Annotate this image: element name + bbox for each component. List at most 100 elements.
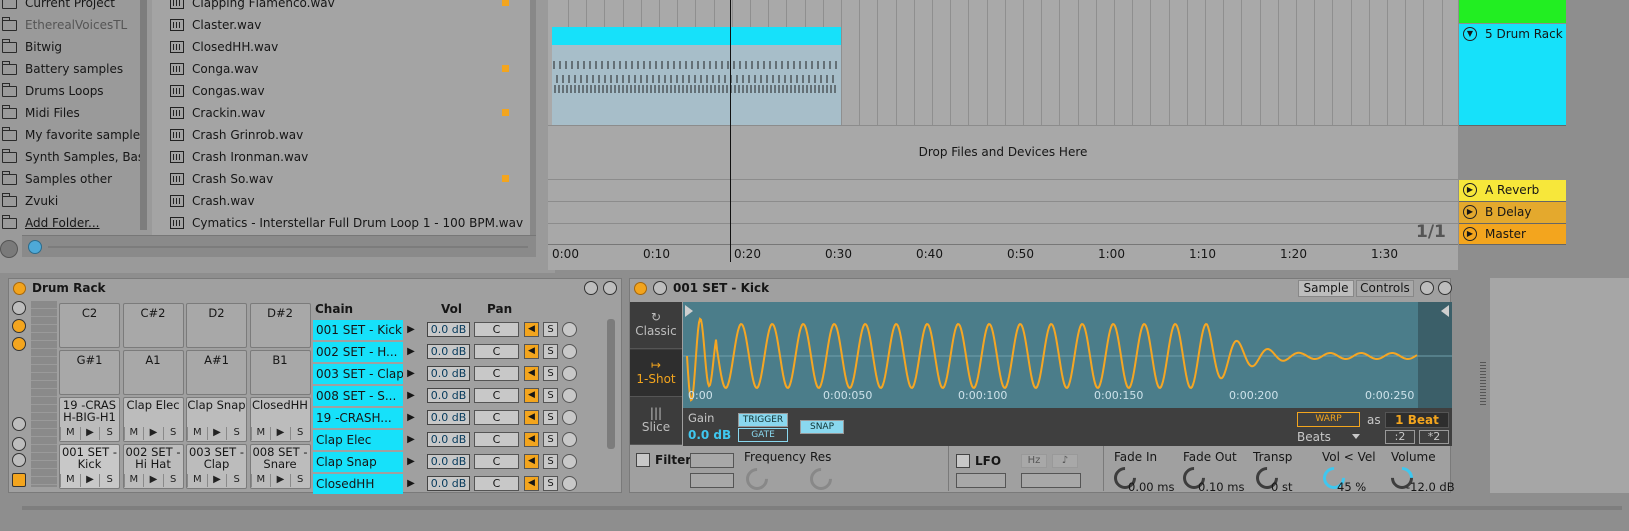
chain-row[interactable]: 008 SET - S... ▶ 0.0 dB C ◀ S: [313, 385, 599, 406]
preview-waveform[interactable]: [48, 240, 528, 254]
chain-pan[interactable]: C: [474, 410, 519, 425]
chain-name[interactable]: 002 SET - H...: [313, 341, 403, 362]
file-item[interactable]: Crackin.wav: [152, 102, 532, 124]
mode-slice[interactable]: ||| Slice: [630, 398, 682, 445]
lfo-sync-note-icon[interactable]: ♪: [1052, 454, 1078, 468]
file-item[interactable]: Crash Ironman.wav: [152, 146, 532, 168]
show-chains-icon[interactable]: [12, 319, 26, 333]
power-icon[interactable]: [13, 281, 26, 295]
clip-header[interactable]: [552, 27, 841, 45]
power-icon[interactable]: [634, 281, 647, 295]
places-item[interactable]: Drums Loops: [0, 80, 140, 102]
speaker-icon[interactable]: ◀: [524, 344, 539, 359]
solo-button[interactable]: S: [289, 474, 310, 487]
drum-pad[interactable]: ClosedHH M ▶ S: [249, 397, 311, 442]
chain-pan[interactable]: C: [474, 432, 519, 447]
chain-volume[interactable]: 0.0 dB: [427, 410, 470, 425]
chain-name[interactable]: Clap Snap: [313, 451, 403, 472]
device-scrollbar[interactable]: [22, 506, 1622, 510]
chain-pan[interactable]: C: [474, 388, 519, 403]
chain-activator-icon[interactable]: [562, 388, 577, 403]
preview-toggle-icon[interactable]: [28, 240, 42, 254]
play-icon[interactable]: ▶: [405, 434, 417, 445]
drum-pad[interactable]: 002 SET - Hi Hat M ▶ S: [122, 444, 184, 489]
chain-volume[interactable]: 0.0 dB: [427, 454, 470, 469]
speaker-icon[interactable]: ◀: [524, 476, 539, 491]
speaker-icon[interactable]: ◀: [524, 410, 539, 425]
hot-swap-icon[interactable]: [1420, 281, 1434, 295]
return-lane-b[interactable]: [548, 202, 1458, 224]
solo-button[interactable]: S: [99, 427, 119, 440]
chain-pan[interactable]: C: [474, 322, 519, 337]
chain-pan[interactable]: C: [474, 476, 519, 491]
pad-overview-grid[interactable]: [31, 301, 57, 487]
chain-row[interactable]: 002 SET - H... ▶ 0.0 dB C ◀ S: [313, 341, 599, 362]
play-icon[interactable]: ▶: [405, 456, 417, 467]
speaker-icon[interactable]: ◀: [524, 366, 539, 381]
solo-button[interactable]: S: [289, 427, 310, 440]
lfo-shape-select[interactable]: [956, 473, 1006, 488]
mute-button[interactable]: M: [123, 474, 144, 487]
mute-button[interactable]: M: [250, 474, 271, 487]
solo-button[interactable]: S: [543, 366, 558, 381]
return-lane-a[interactable]: [548, 180, 1458, 202]
places-item[interactable]: My favorite samples: [0, 124, 140, 146]
rack-macro-icon[interactable]: [12, 301, 26, 315]
drum-pad[interactable]: 001 SET - Kick M ▶ S: [59, 444, 120, 489]
device-drop-area[interactable]: [1490, 278, 1629, 493]
master-lane[interactable]: [548, 224, 1458, 246]
chain-activator-icon[interactable]: [562, 432, 577, 447]
collapse-browser-icon[interactable]: [0, 240, 18, 258]
drum-pad[interactable]: A1: [122, 350, 184, 395]
play-button[interactable]: ▶: [79, 427, 100, 440]
arrangement-view[interactable]: Drop Files and Devices Here 0:00 0:10 0:20…: [548, 0, 1458, 270]
drum-pad[interactable]: D#2: [249, 303, 311, 348]
add-folder-item[interactable]: Add Folder...: [0, 212, 140, 234]
play-button[interactable]: ▶: [270, 474, 290, 487]
track-header-master[interactable]: ▶ Master: [1459, 224, 1566, 245]
mute-button[interactable]: M: [187, 474, 207, 487]
play-icon[interactable]: ▶: [405, 390, 417, 401]
drum-pad[interactable]: B1: [249, 350, 311, 395]
mute-button[interactable]: M: [60, 427, 80, 440]
drum-pad[interactable]: C#2: [122, 303, 184, 348]
mute-button[interactable]: M: [123, 427, 144, 440]
halve-button[interactable]: :2: [1385, 430, 1415, 444]
mute-button[interactable]: M: [187, 427, 207, 440]
chain-name[interactable]: ClosedHH: [313, 473, 403, 494]
play-button[interactable]: ▶: [206, 474, 227, 487]
chain-row[interactable]: 19 -CRASH... ▶ 0.0 dB C ◀ S: [313, 407, 599, 428]
solo-button[interactable]: S: [162, 474, 183, 487]
mute-button[interactable]: M: [60, 474, 80, 487]
play-icon[interactable]: ▶: [405, 324, 417, 335]
drum-pad[interactable]: Clap Elec M ▶ S: [122, 397, 184, 442]
play-icon[interactable]: ▶: [1463, 205, 1477, 219]
io-icon[interactable]: [12, 417, 26, 431]
places-item[interactable]: EtherealVoicesTL: [0, 14, 140, 36]
chain-activator-icon[interactable]: [562, 454, 577, 469]
solo-button[interactable]: S: [543, 322, 558, 337]
file-item[interactable]: Conga.wav: [152, 58, 532, 80]
gain-value[interactable]: 0.0 dB: [688, 428, 731, 442]
chain-volume[interactable]: 0.0 dB: [427, 366, 470, 381]
send-icon[interactable]: [12, 437, 26, 451]
file-item[interactable]: Claster.wav: [152, 14, 532, 36]
return-icon[interactable]: [12, 453, 26, 467]
chain-name[interactable]: 003 SET - Clap: [313, 363, 403, 384]
play-button[interactable]: ▶: [206, 427, 227, 440]
chain-row[interactable]: ClosedHH ▶ 0.0 dB C ◀ S: [313, 473, 599, 494]
chain-row[interactable]: Clap Snap ▶ 0.0 dB C ◀ S: [313, 451, 599, 472]
gate-button[interactable]: GATE: [738, 428, 788, 442]
places-item[interactable]: Samples other: [0, 168, 140, 190]
play-icon[interactable]: ▶: [405, 346, 417, 357]
warp-button[interactable]: WARP: [1297, 412, 1360, 427]
solo-button[interactable]: S: [543, 476, 558, 491]
resize-handle[interactable]: [1480, 362, 1486, 407]
solo-button[interactable]: S: [162, 427, 183, 440]
file-item[interactable]: Crash.wav: [152, 190, 532, 212]
chain-activator-icon[interactable]: [562, 476, 577, 491]
play-icon[interactable]: ▶: [405, 478, 417, 489]
track-header-a-reverb[interactable]: ▶ A Reverb: [1459, 180, 1566, 202]
tab-sample[interactable]: Sample: [1298, 280, 1354, 297]
drop-zone[interactable]: Drop Files and Devices Here: [548, 125, 1458, 180]
